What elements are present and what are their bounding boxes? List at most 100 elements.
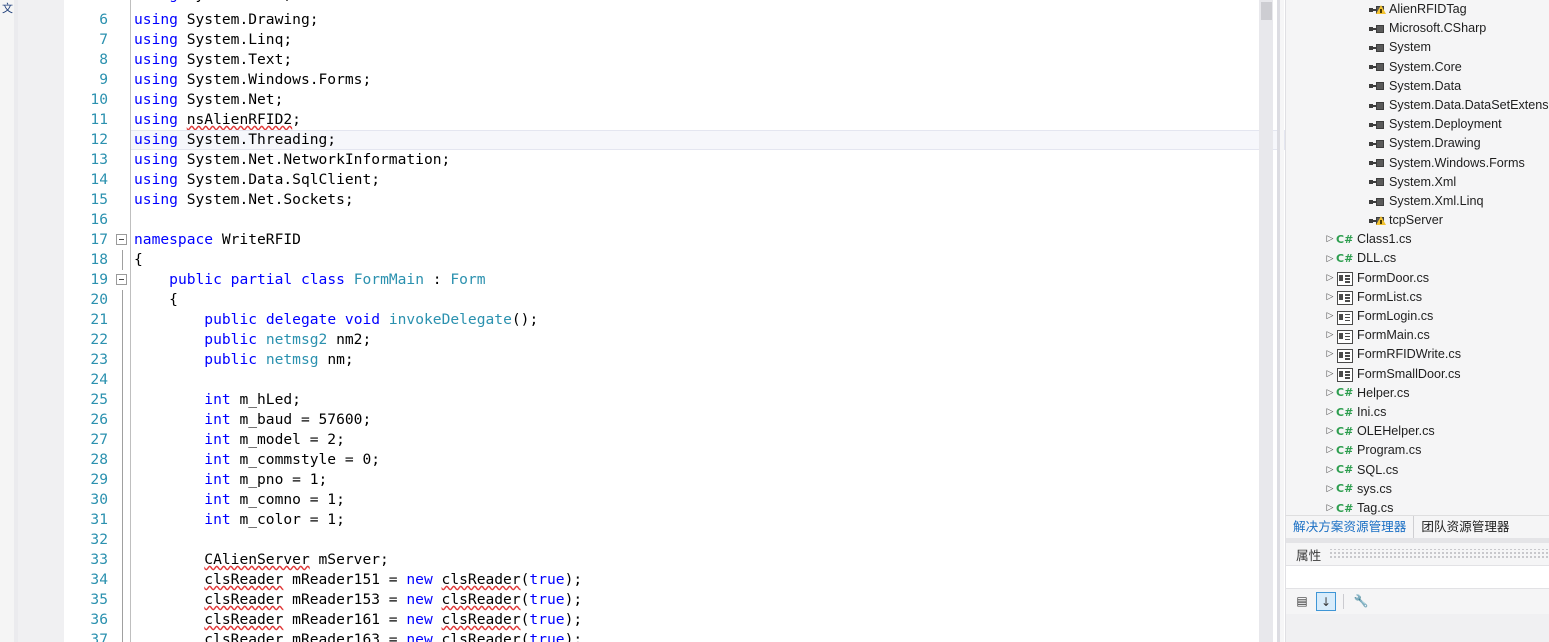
solution-tree-item[interactable]: ▷ FormLogin.cs [1286,307,1549,326]
chevron-right-icon[interactable]: ▷ [1324,499,1336,515]
solution-tree-item[interactable]: ▷ System.Data [1286,77,1549,96]
code-line[interactable]: 30 int m_comno = 1; [64,490,1285,510]
code-line[interactable]: 15 using System.Net.Sockets; [64,190,1285,210]
solution-tree-item[interactable]: ▷ System [1286,38,1549,57]
chevron-right-icon[interactable]: ▷ [1324,480,1336,499]
code-line[interactable]: 31 int m_color = 1; [64,510,1285,530]
chevron-right-icon[interactable]: ▷ [1324,269,1336,288]
code-text[interactable]: using nsAlienRFID2; [134,110,301,130]
solution-tree-item[interactable]: ▷ C# Ini.cs [1286,403,1549,422]
code-text[interactable]: clsReader mReader153 = new clsReader(tru… [134,590,582,610]
editor-vertical-scrollbar[interactable] [1259,0,1273,642]
code-line[interactable]: 37 clsReader mReader163 = new clsReader(… [64,630,1285,642]
solution-tree-item[interactable]: ▷ FormSmallDoor.cs [1286,365,1549,384]
code-line[interactable]: 11 using nsAlienRFID2; [64,110,1285,130]
solution-tree-item[interactable]: ▷ System.Xml.Linq [1286,192,1549,211]
code-text[interactable]: using System.Text; [134,50,292,70]
solution-tree-item[interactable]: ▷ System.Drawing [1286,134,1549,153]
code-text[interactable]: CAlienServer mServer; [134,550,389,570]
code-line[interactable]: 5using System.Data; [64,0,1285,10]
code-text[interactable]: using System.Net; [134,90,283,110]
code-line[interactable]: 20 { [64,290,1285,310]
code-text[interactable]: using System.Net.Sockets; [134,190,354,210]
solution-tree-item[interactable]: ▷ FormRFIDWrite.cs [1286,345,1549,364]
fold-collapse-icon[interactable] [116,234,127,245]
code-text[interactable]: int m_color = 1; [134,510,345,530]
properties-pane[interactable]: 属性 ▤ ↓ 🔧 [1285,543,1549,642]
code-text[interactable]: clsReader mReader163 = new clsReader(tru… [134,630,582,642]
code-text[interactable]: int m_commstyle = 0; [134,450,380,470]
code-text[interactable]: using System.Linq; [134,30,292,50]
code-line[interactable]: 6 using System.Drawing; [64,10,1285,30]
code-line[interactable]: 18 { [64,250,1285,270]
chevron-right-icon[interactable]: ▷ [1324,441,1336,460]
code-line[interactable]: 23 public netmsg nm; [64,350,1285,370]
code-line[interactable]: 8 using System.Text; [64,50,1285,70]
dock-tab-1[interactable]: 解决方案资源管理器 [1286,516,1415,538]
code-text[interactable]: public partial class FormMain : Form [134,270,485,290]
code-text[interactable]: using System.Data.SqlClient; [134,170,380,190]
code-line[interactable]: 34 clsReader mReader151 = new clsReader(… [64,570,1285,590]
code-line[interactable]: 22 public netmsg2 nm2; [64,330,1285,350]
code-line[interactable]: 10 using System.Net; [64,90,1285,110]
chevron-right-icon[interactable]: ▷ [1324,403,1336,422]
code-text[interactable]: using System.Drawing; [134,10,319,30]
properties-selection-box[interactable] [1286,565,1549,589]
code-line[interactable]: 21 public delegate void invokeDelegate()… [64,310,1285,330]
code-line[interactable]: 36 clsReader mReader161 = new clsReader(… [64,610,1285,630]
solution-tree-item[interactable]: ▷ System.Deployment [1286,115,1549,134]
solution-tree-item[interactable]: ▷ System.Windows.Forms [1286,154,1549,173]
solution-tree-item[interactable]: ▷ System.Data.DataSetExtensions [1286,96,1549,115]
solution-tree-item[interactable]: ▷ AlienRFIDTag [1286,0,1549,19]
code-text[interactable]: using System.Net.NetworkInformation; [134,150,450,170]
code-line[interactable]: 25 int m_hLed; [64,390,1285,410]
code-text[interactable]: int m_model = 2; [134,430,345,450]
chevron-right-icon[interactable]: ▷ [1324,307,1336,326]
chevron-right-icon[interactable]: ▷ [1324,230,1336,249]
code-line[interactable]: 35 clsReader mReader153 = new clsReader(… [64,590,1285,610]
chevron-right-icon[interactable]: ▷ [1324,345,1336,364]
code-line[interactable]: 29 int m_pno = 1; [64,470,1285,490]
code-line[interactable]: 12 using System.Threading; [64,130,1285,150]
chevron-right-icon[interactable]: ▷ [1324,326,1336,345]
categorized-button[interactable]: ▤ [1292,592,1312,611]
code-line[interactable]: 17 namespace WriteRFID [64,230,1285,250]
solution-tree-item[interactable]: ▷ FormMain.cs [1286,326,1549,345]
code-line[interactable]: 33 CAlienServer mServer; [64,550,1285,570]
code-text[interactable]: int m_comno = 1; [134,490,345,510]
code-line[interactable]: 28 int m_commstyle = 0; [64,450,1285,470]
code-line[interactable]: 24 [64,370,1285,390]
solution-tree-item[interactable]: ▷ C# DLL.cs [1286,249,1549,268]
code-line[interactable]: 7 using System.Linq; [64,30,1285,50]
chevron-right-icon[interactable]: ▷ [1324,422,1336,441]
code-text[interactable]: using System.Threading; [134,130,336,150]
code-text[interactable]: int m_baud = 57600; [134,410,371,430]
chevron-right-icon[interactable]: ▷ [1324,365,1336,384]
code-text[interactable]: public netmsg2 nm2; [134,330,371,350]
code-editor-pane[interactable]: 5using System.Data;6 using System.Drawing… [18,0,1285,642]
left-tool-rail[interactable]: 文 [0,0,18,642]
code-text[interactable]: clsReader mReader151 = new clsReader(tru… [134,570,582,590]
solution-tree-item[interactable]: ▷ System.Core [1286,58,1549,77]
solution-tree-item[interactable]: ▷ FormList.cs [1286,288,1549,307]
scrollbar-thumb[interactable] [1261,2,1272,20]
fold-collapse-icon[interactable] [116,274,127,285]
chevron-right-icon[interactable]: ▷ [1324,288,1336,307]
solution-tree-item[interactable]: ▷ System.Xml [1286,173,1549,192]
code-editor[interactable]: 5using System.Data;6 using System.Drawing… [64,0,1285,642]
solution-tree-item[interactable]: ▷ C# Program.cs [1286,441,1549,460]
code-line[interactable]: 26 int m_baud = 57600; [64,410,1285,430]
solution-explorer-tree[interactable]: ▷ AlienRFIDTag ▷ Microsoft.CSharp ▷ System ▷ Sy… [1285,0,1549,515]
chevron-right-icon[interactable]: ▷ [1324,461,1336,480]
dock-tab-strip[interactable]: 解决方案资源管理器 团队资源管理器 [1285,515,1549,538]
dock-tab-2[interactable]: 团队资源管理器 [1414,516,1516,538]
code-line[interactable]: 19 public partial class FormMain : Form [64,270,1285,290]
solution-tree-item[interactable]: ▷ FormDoor.cs [1286,269,1549,288]
solution-tree-item[interactable]: ▷ C# Tag.cs [1286,499,1549,515]
code-text[interactable]: using System.Windows.Forms; [134,70,371,90]
code-line[interactable]: 16 [64,210,1285,230]
chevron-right-icon[interactable]: ▷ [1324,384,1336,403]
solution-tree-item[interactable]: ▷ C# sys.cs [1286,480,1549,499]
solution-tree-item[interactable]: ▷ tcpServer [1286,211,1549,230]
alphabetical-sort-button[interactable]: ↓ [1316,591,1336,611]
